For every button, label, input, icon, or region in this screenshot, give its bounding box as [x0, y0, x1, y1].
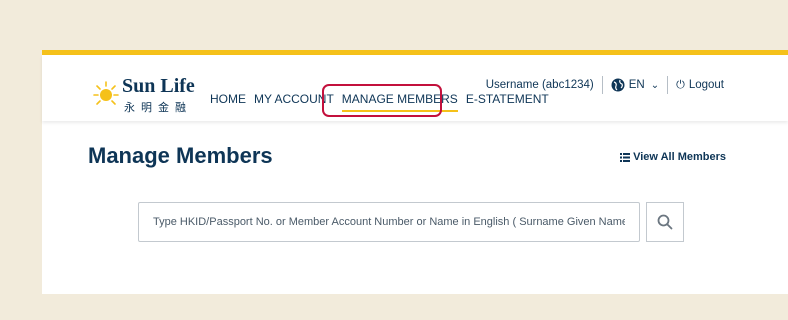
nav-e-statement[interactable]: E-STATEMENT — [462, 92, 553, 106]
logo-title: Sun Life — [122, 75, 195, 97]
power-icon: ⏻ — [676, 78, 685, 91]
page-title: Manage Members — [88, 143, 273, 168]
logo-chinese: 永明金融 — [124, 101, 192, 114]
nav-home[interactable]: HOME — [206, 92, 250, 106]
user-tools: Username (abc1234) EN ⌄ ⏻ Logout — [486, 76, 724, 94]
list-icon — [620, 152, 631, 162]
divider — [667, 76, 669, 94]
member-search-input[interactable] — [138, 202, 640, 242]
member-search — [138, 202, 684, 242]
username-label: Username (abc1234) — [485, 79, 594, 91]
divider — [601, 76, 603, 94]
view-all-label: View All Members — [633, 151, 726, 163]
browser-window: Sun Life 永明金融 HOME MY ACCOUNT MANAGE MEM… — [42, 50, 788, 294]
language-label: EN — [628, 79, 645, 91]
sun-logo-icon — [93, 81, 119, 105]
logout-label: Logout — [688, 79, 724, 91]
language-selector[interactable]: EN ⌄ — [611, 78, 659, 92]
highlight-annotation — [322, 84, 442, 117]
site-header: Sun Life 永明金融 HOME MY ACCOUNT MANAGE MEM… — [42, 55, 788, 121]
sunlife-logo[interactable]: Sun Life 永明金融 — [92, 75, 202, 115]
globe-icon — [611, 78, 625, 92]
search-icon — [657, 214, 673, 230]
search-button[interactable] — [646, 202, 684, 242]
logout-button[interactable]: ⏻ Logout — [676, 79, 724, 92]
view-all-members-link[interactable]: View All Members — [620, 151, 726, 163]
chevron-down-icon: ⌄ — [650, 79, 660, 91]
